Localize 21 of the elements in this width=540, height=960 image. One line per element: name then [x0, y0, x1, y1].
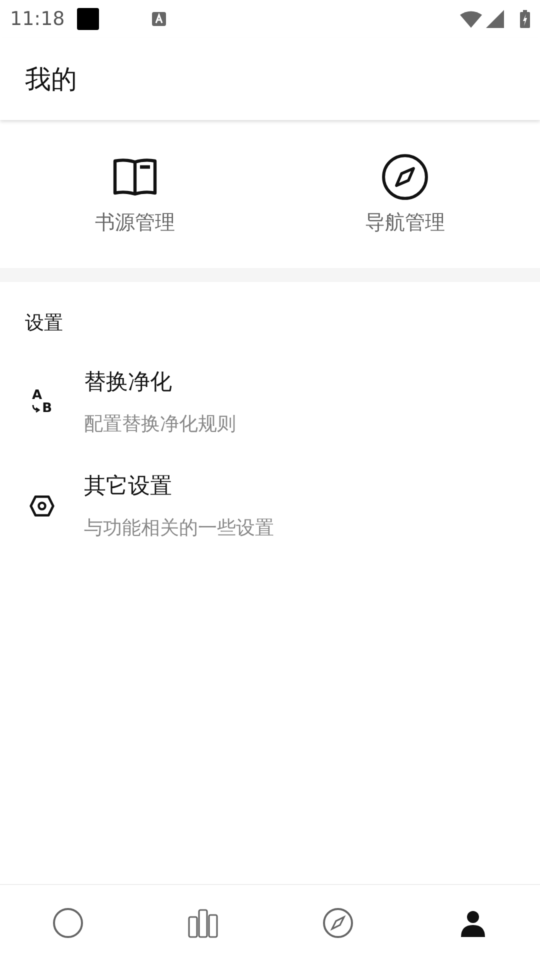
- item-title: 替换净化: [84, 369, 173, 397]
- notification-icon: [76, 8, 99, 30]
- status-time: 11:18: [10, 8, 65, 30]
- shortcut-button[interactable]: 书源管理: [0, 152, 270, 236]
- compass-icon: [381, 152, 429, 200]
- battery-icon: [520, 10, 530, 28]
- keyboard-icon: [150, 11, 167, 27]
- page-title: 我的: [25, 64, 77, 96]
- shortcut-button[interactable]: 导航管理: [270, 152, 540, 236]
- item-subtitle: 与功能相关的一些设置: [84, 516, 274, 541]
- circle-icon: [52, 906, 84, 938]
- item-title: 其它设置: [84, 473, 173, 501]
- books-icon: [186, 906, 218, 938]
- hexagon-icon: [29, 494, 55, 518]
- section-heading: 设置: [24, 311, 64, 336]
- signal-icon: [486, 10, 504, 28]
- item-subtitle: 配置替换净化规则: [84, 412, 236, 437]
- settings-item[interactable]: 其它设置 与功能相关的一些设置: [0, 454, 540, 558]
- compass-icon: [322, 906, 354, 938]
- wifi-icon: [460, 10, 482, 28]
- settings-item[interactable]: A B 替换净化 配置替换净化规则: [0, 350, 540, 454]
